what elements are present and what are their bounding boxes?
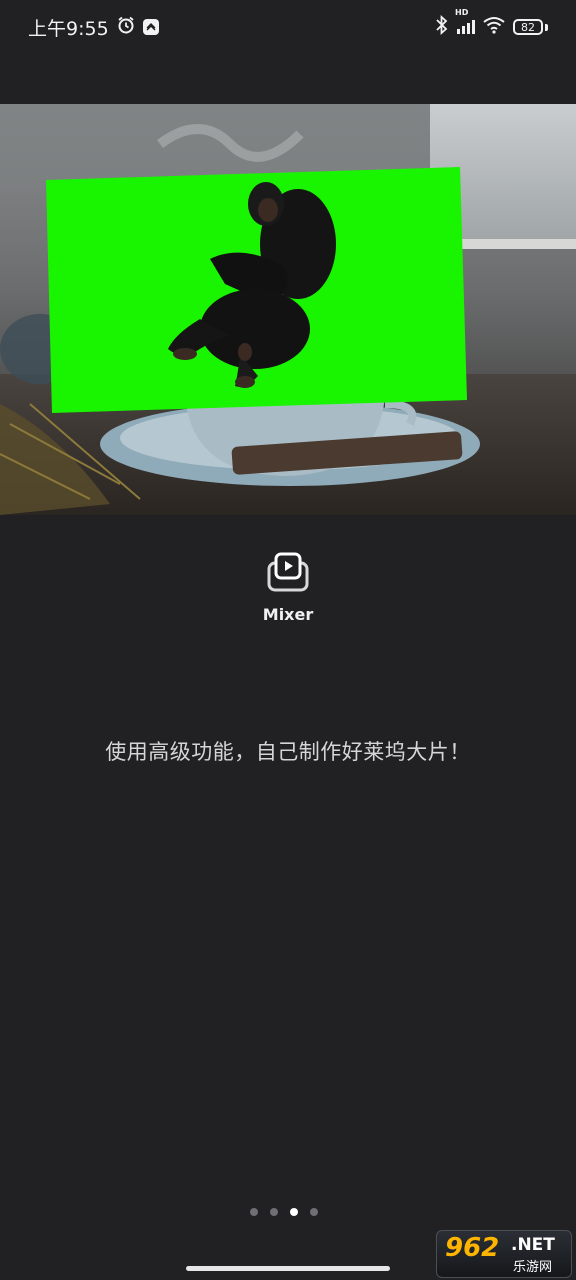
watermark-suffix: .NET <box>511 1235 555 1255</box>
page-dot-2[interactable] <box>270 1208 278 1216</box>
mixer-label: Mixer <box>262 605 314 624</box>
bluetooth-icon <box>435 14 449 40</box>
page-indicator <box>250 1208 318 1216</box>
app-notification-icon <box>142 19 159 35</box>
watermark-cn: 乐游网 <box>513 1260 553 1275</box>
page-dot-1[interactable] <box>250 1208 258 1216</box>
mixer-button[interactable]: Mixer <box>256 551 320 627</box>
status-time: 上午9:55 <box>28 17 109 40</box>
watermark-number: 962 <box>445 1233 500 1263</box>
feature-preview-image <box>0 104 576 515</box>
cellular-signal-icon: HD <box>455 8 475 34</box>
play-layers-icon <box>266 551 310 597</box>
home-indicator[interactable] <box>186 1266 390 1271</box>
page-dot-4[interactable] <box>310 1208 318 1216</box>
site-watermark-logo: 962 .NET 乐游网 <box>436 1230 572 1278</box>
network-type-label: HD <box>455 8 469 17</box>
status-bar: 上午9:55 HD 82 <box>0 0 576 54</box>
status-left: 上午9:55 <box>28 14 159 41</box>
wifi-icon <box>483 16 505 39</box>
page-dot-3-active[interactable] <box>290 1208 298 1216</box>
feature-tagline: 使用高级功能，自己制作好莱坞大片！ <box>105 740 471 764</box>
battery-indicator: 82 <box>513 19 543 35</box>
green-screen-overlay <box>46 167 467 413</box>
alarm-clock-icon <box>117 16 135 39</box>
battery-tip <box>545 23 548 31</box>
status-right: HD 82 <box>435 8 548 40</box>
